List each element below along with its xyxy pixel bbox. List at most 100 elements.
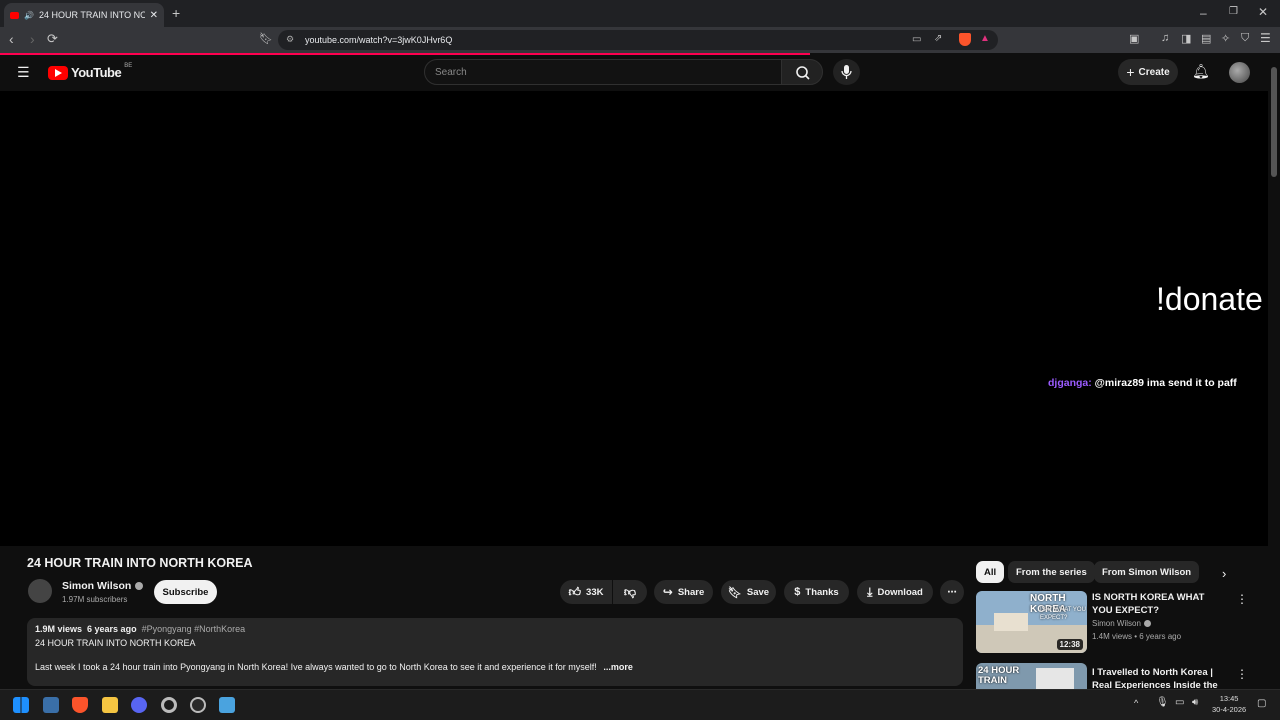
like-button[interactable]: 👍︎ 33K [560,580,612,604]
forward-icon[interactable]: › [30,31,35,47]
description-box[interactable]: 1.9M views 6 years ago #Pyongyang #North… [27,618,963,686]
tray-chevron-icon[interactable]: ^ [1134,698,1138,708]
search-placeholder: Search [435,66,467,78]
dislike-button[interactable]: 👎︎ [613,580,647,604]
brave-shield-icon[interactable] [959,33,971,46]
youtube-play-icon [48,65,68,80]
download-button[interactable]: ⤓ Download [857,580,933,604]
thanks-label: Thanks [805,586,839,598]
related-channel-text: Simon Wilson [1092,619,1141,628]
ccleaner-icon[interactable] [161,697,177,713]
sidebar-toggle-icon[interactable]: ▣ [1129,32,1139,45]
browser-menu-icon[interactable]: ☰ [1260,31,1271,45]
discord-icon[interactable] [131,697,147,713]
view-count: 1.9M views [35,624,83,634]
restore-button[interactable]: ❐ [1229,6,1238,17]
browser-toolbar: ‹ › ⟳ 🔖︎ ⚙ youtube.com/watch?v=3jwK0JHvr… [0,27,1280,53]
wallet-icon[interactable]: ▤ [1201,32,1211,45]
thanks-button[interactable]: $ Thanks [784,580,849,604]
cast-icon[interactable]: ▭ [912,34,921,45]
description-text: Last week I took a 24 hour train into Py… [35,662,597,672]
account-avatar[interactable] [1229,62,1250,83]
brave-rewards-icon[interactable]: ▲ [980,33,990,44]
download-icon: ⤓ [867,584,873,599]
browser-tab-active[interactable]: 🔊 24 HOUR TRAIN INTO NORTH ✕ [4,3,164,27]
volume-icon[interactable]: 🔊︎ [1192,697,1198,708]
video-thumbnail[interactable]: NORTH KOREA IS IT WHAT YOU EXPECT? 12:38 [976,591,1087,653]
bookmark-icon[interactable]: 🔖︎ [259,32,273,45]
chip-from-channel[interactable]: From Simon Wilson [1094,561,1200,583]
show-more-link[interactable]: ...more [603,662,633,672]
save-button[interactable]: 🔖︎ Save [721,580,776,604]
more-actions-button[interactable]: ⋯ [940,580,964,604]
clock-date: 30-4-2026 [1212,705,1247,714]
vpn-icon[interactable]: ⛉ [1241,32,1249,45]
related-meta: 1.4M views • 6 years ago [1092,632,1182,641]
like-count: 33K [586,586,604,598]
related-more-icon[interactable]: ⋮ [1236,592,1248,606]
site-info-icon[interactable]: ⚙ [286,34,294,45]
app-launcher-icon[interactable] [43,697,59,713]
browser-tab-bar: 🔊 24 HOUR TRAIN INTO NORTH ✕ + – ❐ ✕ [0,0,1280,27]
panel-icon[interactable]: ◨ [1181,32,1191,45]
region-code: BE [124,62,133,69]
share-label: Share [677,586,705,598]
download-label: Download [877,586,923,598]
windows-start-icon[interactable] [13,697,29,713]
notifications-bell-icon[interactable]: 🔔︎ [1192,63,1210,80]
video-player[interactable]: !donate djganga: @miraz89 ima send it to… [0,91,1268,546]
share-page-icon[interactable]: ⇗ [934,33,942,44]
video-thumbnail[interactable]: 24 HOUR TRAIN [976,663,1087,689]
microphone-tray-icon[interactable]: 🎙︎ [1156,697,1169,708]
share-button[interactable]: ↪ Share [654,580,713,604]
youtube-header: ☰ YouTube BE Search + Create 🔔︎ [0,55,1280,91]
verified-icon [135,582,144,590]
chip-from-series[interactable]: From the series [1008,561,1095,583]
brave-browser-icon[interactable] [72,697,88,713]
new-tab-button[interactable]: + [172,5,180,21]
youtube-wordmark: YouTube [71,65,122,80]
tab-close-icon[interactable]: ✕ [150,10,158,21]
channel-name[interactable]: Simon Wilson [62,580,144,592]
steam-icon[interactable] [190,697,206,713]
voice-search-button[interactable] [833,59,860,85]
chips-next-icon[interactable]: › [1222,566,1226,581]
file-explorer-icon[interactable] [102,697,118,713]
video-duration: 12:38 [1056,639,1083,650]
chat-overlay: djganga: @miraz89 ima send it to paff [1048,374,1248,392]
create-button[interactable]: + Create [1118,59,1178,85]
notification-center-icon[interactable]: ▢ [1257,698,1266,709]
feedback-app-icon[interactable] [219,697,235,713]
channel-name-text: Simon Wilson [62,580,132,592]
search-input[interactable]: Search [424,59,782,85]
url-bar[interactable]: ⚙ youtube.com/watch?v=3jwK0JHvr6Q ▭ ⇗ ▲ [278,30,998,50]
os-taskbar: ^ 🎙︎ ▭ 🔊︎ 13:45 30-4-2026 ▢ [0,689,1280,720]
related-more-icon[interactable]: ⋮ [1236,667,1248,681]
speaker-icon[interactable]: 🔊 [24,11,34,20]
scrollbar-thumb[interactable] [1271,67,1277,177]
system-clock[interactable]: 13:45 30-4-2026 [1212,693,1246,715]
related-video-title[interactable]: IS NORTH KOREA WHAT YOU EXPECT? [1092,591,1222,617]
search-button[interactable] [781,59,823,85]
related-video-title[interactable]: I Travelled to North Korea | Real Experi… [1092,666,1222,689]
subscribe-button[interactable]: Subscribe [154,580,217,604]
channel-avatar[interactable] [28,579,52,603]
save-icon: 🔖︎ [727,586,742,599]
chip-all[interactable]: All [976,561,1005,583]
media-icon[interactable]: ♫ [1161,32,1169,44]
youtube-logo[interactable]: YouTube BE [48,62,133,80]
upload-age: 6 years ago [87,624,137,634]
hashtags[interactable]: #Pyongyang #NorthKorea [142,624,246,634]
thumbnail-subtitle-text: IS IT WHAT YOU EXPECT? [1040,607,1086,621]
related-channel[interactable]: Simon Wilson [1092,619,1151,628]
back-icon[interactable]: ‹ [9,31,14,47]
donate-overlay-text: !donate [1156,281,1263,317]
network-icon[interactable]: ▭ [1175,697,1184,708]
close-window-button[interactable]: ✕ [1258,5,1268,19]
url-text: youtube.com/watch?v=3jwK0JHvr6Q [305,35,453,45]
reload-icon[interactable]: ⟳ [47,31,58,47]
leo-ai-icon[interactable]: ✧ [1221,32,1230,45]
minimize-button[interactable]: – [1200,6,1207,20]
tab-title: 24 HOUR TRAIN INTO NORTH [38,10,145,20]
hamburger-menu-icon[interactable]: ☰ [17,64,30,81]
